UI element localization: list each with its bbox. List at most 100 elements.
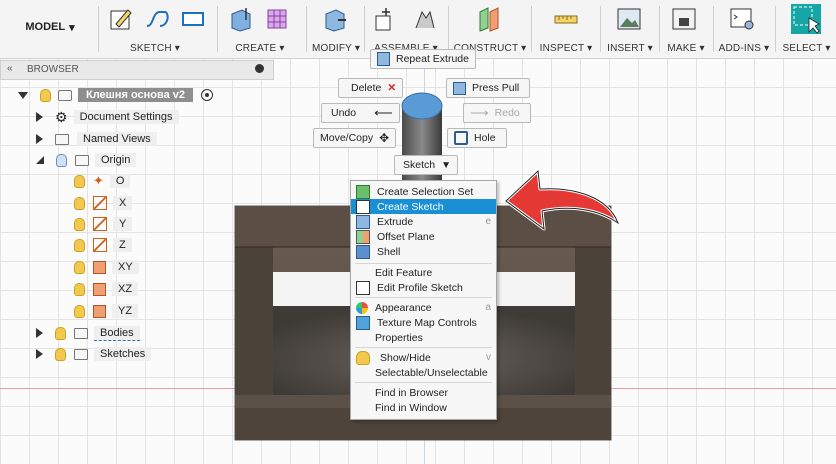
delete-button[interactable]: Delete ✕: [338, 78, 404, 98]
tree-item-xz-plane[interactable]: XZ: [74, 280, 139, 298]
toolbar-divider: [659, 6, 660, 52]
select-group[interactable]: SELECT ▾: [777, 0, 836, 58]
tree-item-y-axis[interactable]: Y: [74, 215, 133, 233]
shortcut-key: e: [485, 216, 491, 227]
collapse-panel-icon[interactable]: «: [7, 63, 13, 74]
make-menu[interactable]: MAKE ▾: [661, 43, 711, 54]
menu-item-label: Texture Map Controls: [377, 316, 477, 329]
insert-menu[interactable]: INSERT ▾: [602, 43, 658, 54]
component-name[interactable]: Клешня основа v2: [78, 88, 194, 102]
addins-group[interactable]: ADD-INS ▾: [715, 0, 773, 58]
expand-triangle-icon[interactable]: [36, 134, 43, 144]
toolbar-divider: [306, 6, 307, 52]
visibility-bulb-icon[interactable]: [74, 260, 85, 274]
modify-menu[interactable]: MODIFY ▾: [308, 43, 364, 54]
visibility-bulb-icon[interactable]: [74, 217, 85, 231]
menu-separator: [355, 263, 492, 264]
menu-item-edit-profile-sketch[interactable]: Edit Profile Sketch: [351, 280, 496, 295]
hole-button[interactable]: Hole: [447, 128, 507, 148]
tree-item-sketches[interactable]: Sketches: [36, 345, 152, 363]
visibility-bulb-icon[interactable]: [55, 326, 66, 340]
visibility-bulb-icon[interactable]: [55, 347, 66, 361]
expand-triangle-icon[interactable]: [36, 112, 43, 122]
browser-root-component[interactable]: Клешня основа v2: [18, 86, 214, 104]
insert-group[interactable]: INSERT ▾: [602, 0, 658, 58]
tree-item-yz-plane[interactable]: YZ: [74, 302, 139, 320]
tree-item-bodies[interactable]: Bodies: [36, 324, 140, 342]
menu-item-offset-plane[interactable]: Offset Plane: [351, 229, 496, 244]
press-pull-icon[interactable]: [322, 6, 348, 32]
addins-menu[interactable]: ADD-INS ▾: [715, 43, 773, 54]
expand-triangle-icon[interactable]: [36, 349, 43, 359]
menu-item-selectable-unselectable[interactable]: Selectable/Unselectable: [351, 365, 496, 380]
modify-group[interactable]: MODIFY ▾: [308, 0, 364, 58]
move-copy-button[interactable]: Move/Copy ✥: [313, 128, 397, 148]
sketch-dropdown-button[interactable]: Sketch ▼: [394, 155, 459, 175]
visibility-bulb-icon[interactable]: [74, 196, 85, 210]
tree-item-document-settings[interactable]: ⚙ Document Settings: [36, 108, 179, 126]
select-menu[interactable]: SELECT ▾: [777, 43, 836, 54]
create-group[interactable]: CREATE ▾: [220, 0, 300, 58]
activate-radio-icon[interactable]: [201, 89, 214, 101]
sketch-group[interactable]: SKETCH ▾: [100, 0, 210, 58]
workspace-switcher[interactable]: MODEL ▾: [8, 8, 92, 46]
visibility-bulb-icon[interactable]: [40, 88, 51, 102]
select-icon[interactable]: [791, 4, 821, 34]
redo-button[interactable]: ⟶ Redo: [463, 103, 531, 123]
visibility-bulb-icon[interactable]: [56, 153, 67, 167]
tree-item-x-axis[interactable]: X: [74, 194, 133, 212]
inspect-group[interactable]: INSPECT ▾: [533, 0, 599, 58]
inspect-menu[interactable]: INSPECT ▾: [533, 43, 599, 54]
create-menu[interactable]: CREATE ▾: [220, 43, 300, 54]
menu-item-label: Edit Profile Sketch: [377, 281, 463, 294]
menu-item-label: Shell: [377, 245, 401, 258]
expand-triangle-icon[interactable]: [36, 328, 43, 338]
menu-item-find-in-browser[interactable]: Find in Browser: [351, 385, 496, 400]
toolbar-divider: [531, 6, 532, 52]
visibility-bulb-icon[interactable]: [74, 304, 85, 318]
offset-plane-icon[interactable]: [476, 6, 502, 32]
selection-set-icon: [356, 184, 370, 199]
scripts-icon[interactable]: [729, 6, 755, 32]
menu-item-create-sketch[interactable]: Create Sketch: [351, 199, 496, 214]
collapse-triangle-icon[interactable]: [36, 156, 44, 164]
tree-item-named-views[interactable]: Named Views: [36, 130, 157, 148]
joint-icon[interactable]: [412, 6, 438, 32]
new-component-icon[interactable]: [372, 6, 398, 32]
menu-item-find-in-window[interactable]: Find in Window: [351, 400, 496, 415]
expand-triangle-icon[interactable]: [18, 91, 28, 99]
insert-image-icon[interactable]: [616, 6, 642, 32]
menu-item-texture-map-controls[interactable]: Texture Map Controls: [351, 315, 496, 330]
form-icon[interactable]: [264, 6, 290, 32]
repeat-extrude-button[interactable]: Repeat Extrude: [370, 49, 476, 69]
menu-item-shell[interactable]: Shell: [351, 244, 496, 259]
tree-item-z-axis[interactable]: Z: [74, 236, 132, 254]
move-arrows-icon: ✥: [379, 131, 390, 145]
menu-item-label: Selectable/Unselectable: [375, 366, 488, 379]
browser-options-icon[interactable]: [255, 64, 264, 73]
tree-item-origin[interactable]: Origin: [36, 151, 137, 169]
menu-item-properties[interactable]: Properties: [351, 330, 496, 345]
visibility-bulb-icon[interactable]: [74, 238, 85, 252]
edit-sketch-icon: [356, 280, 370, 295]
sketch-menu[interactable]: SKETCH ▾: [100, 43, 210, 54]
undo-button[interactable]: Undo ⟵: [321, 103, 400, 123]
press-pull-button[interactable]: Press Pull: [446, 78, 531, 98]
measure-icon[interactable]: [553, 6, 579, 32]
tree-item-origin-point[interactable]: ✦ O: [74, 172, 131, 190]
line-icon[interactable]: [144, 6, 170, 32]
menu-item-appearance[interactable]: Appearance a: [351, 300, 496, 315]
visibility-bulb-icon[interactable]: [74, 174, 85, 188]
menu-item-create-selection-set[interactable]: Create Selection Set: [351, 184, 496, 199]
visibility-bulb-icon[interactable]: [74, 282, 85, 296]
make-group[interactable]: MAKE ▾: [661, 0, 711, 58]
menu-item-show-hide[interactable]: Show/Hide v: [351, 350, 496, 365]
extrude-icon[interactable]: [228, 6, 254, 32]
menu-item-extrude[interactable]: Extrude e: [351, 214, 496, 229]
rectangle-icon[interactable]: [180, 6, 206, 32]
3d-print-icon[interactable]: [671, 6, 697, 32]
tree-item-xy-plane[interactable]: XY: [74, 258, 139, 276]
menu-item-edit-feature[interactable]: Edit Feature: [351, 265, 496, 280]
plane-icon: [93, 282, 106, 296]
create-sketch-icon[interactable]: [108, 6, 134, 32]
